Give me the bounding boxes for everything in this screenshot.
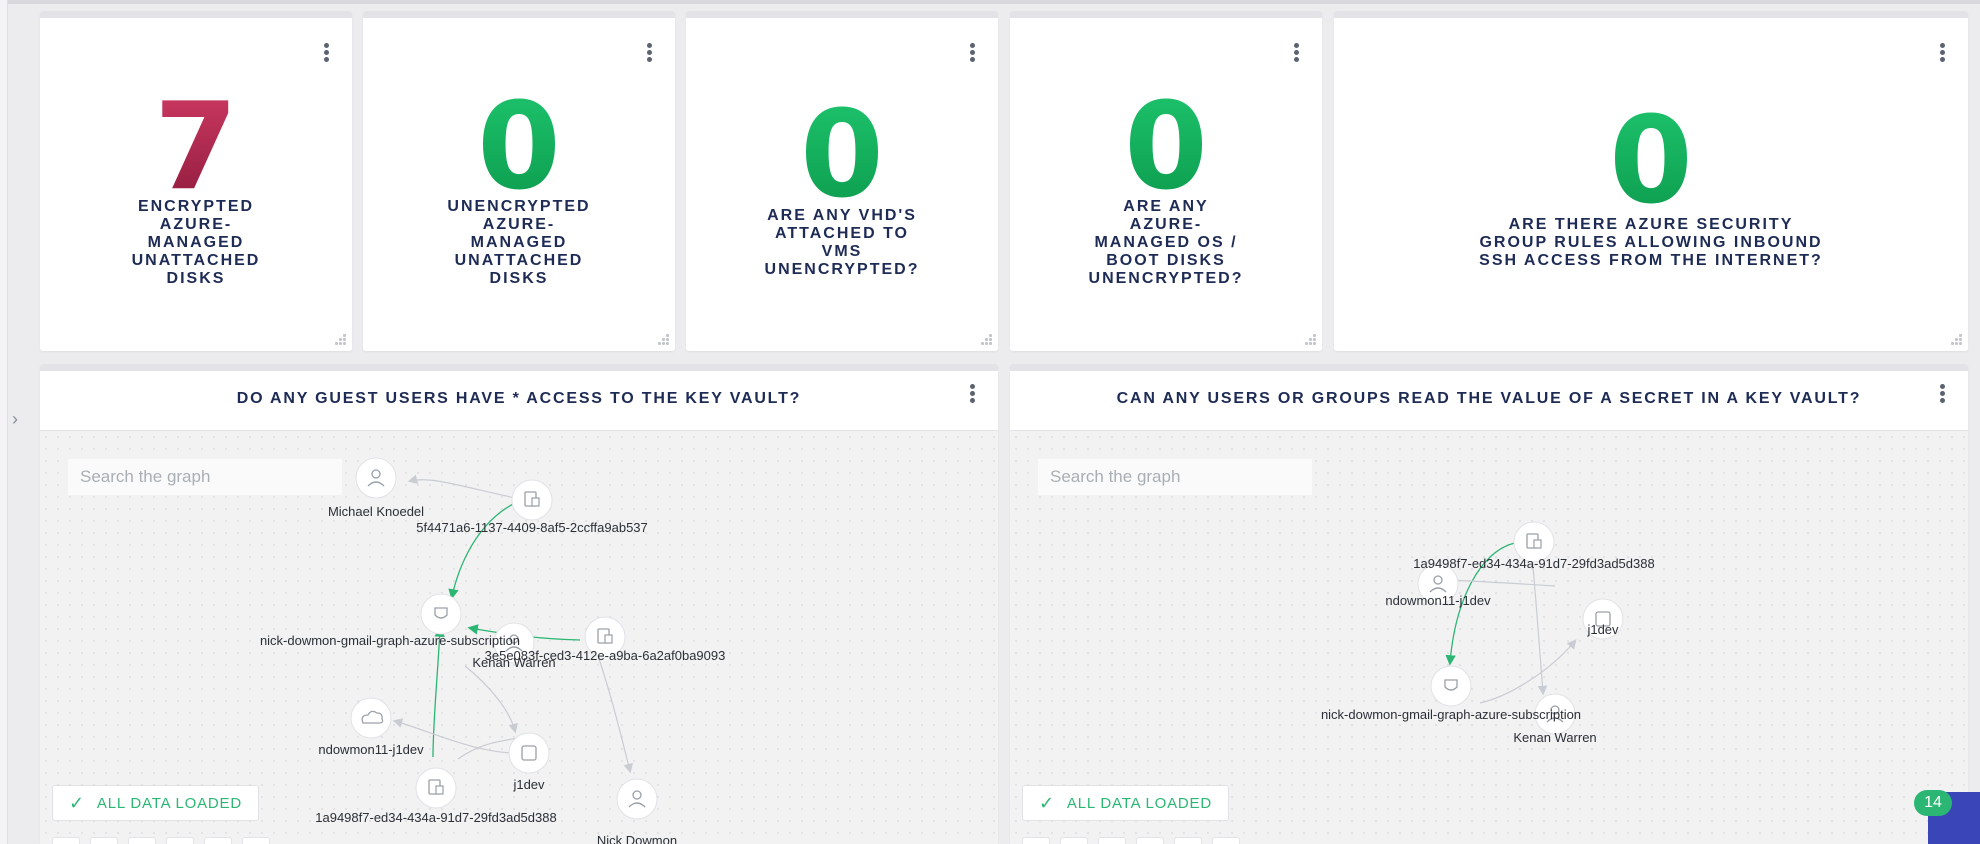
node-label: 1a9498f7-ed34-434a-91d7-29fd3ad5d388 [315,810,556,825]
tile-value: 7 [40,83,352,213]
graph-edge [448,502,516,600]
tile-label: ARE ANY AZURE- MANAGED OS / BOOT DISKS UNENC… [1088,198,1244,287]
subscription-node[interactable] [1430,665,1472,707]
graph-panel-secret-read-access: CAN ANY USERS OR GROUPS READ THE VALUE O… [1010,364,1968,844]
node-label: Michael Knoedel [328,504,424,519]
tile-value: 0 [363,83,675,213]
resize-handle-icon[interactable] [1950,333,1962,345]
tile-unencrypted-unattached-disks: 0 UNENCRYPTED AZURE- MANAGED UNATTACHED DISK… [363,11,675,351]
resize-handle-icon[interactable] [1304,333,1316,345]
graph-toolbar [1022,837,1240,844]
top-bar [0,0,1980,4]
graph-edge [432,626,445,758]
search-icon[interactable] [1060,837,1088,844]
node-label: ndowmon11-j1dev [318,742,424,757]
tile-menu-kebab-icon[interactable] [643,43,655,65]
group-icon[interactable] [1098,837,1126,844]
key-vault-node[interactable] [415,767,457,809]
tile-ssh-inbound-rules: 0 ARE THERE AZURE SECURITY GROUP RULES AL… [1334,11,1968,351]
refresh-icon[interactable] [1022,837,1050,844]
notification-count-badge[interactable]: 14 [1914,790,1952,816]
panel-title: DO ANY GUEST USERS HAVE * ACCESS TO THE … [236,390,802,407]
directory-node[interactable] [508,732,550,774]
camera-icon[interactable] [204,837,232,844]
graph-search-input[interactable] [68,459,342,495]
camera-icon[interactable] [1174,837,1202,844]
node-label: 5f4471a6-1137-4409-8af5-2ccffa9ab537 [416,520,648,535]
node-label: nick-dowmon-gmail-graph-azure-subscripti… [260,633,520,648]
panel-menu-kebab-icon[interactable] [966,384,978,406]
fit-screen-icon[interactable] [166,837,194,844]
expand-sidebar-chevron-icon[interactable]: › [12,408,26,430]
tile-label: ENCRYPTED AZURE- MANAGED UNATTACHED DISKS [131,198,261,287]
checkmark-icon: ✓ [69,792,85,813]
user-node[interactable] [616,778,658,820]
graph-toolbar [52,837,270,844]
graph-canvas[interactable]: Michael Knoedel 5f4471a6-1137-4409-8af5-… [40,430,998,844]
node-label: Nick Dowmon [597,833,677,844]
graph-search-input[interactable] [1038,459,1312,495]
tile-value: 0 [686,91,998,221]
status-label: ALL DATA LOADED [1066,794,1212,812]
tile-menu-kebab-icon[interactable] [1936,43,1948,65]
tile-value: 0 [1010,83,1322,213]
layers-icon[interactable] [1212,837,1240,844]
tile-label: ARE ANY VHD'S ATTACHED TO VMS UNENCRYPTED? [764,207,920,278]
search-icon[interactable] [90,837,118,844]
refresh-icon[interactable] [52,837,80,844]
key-vault-node[interactable] [511,479,553,521]
node-label: j1dev [1586,622,1619,637]
tile-menu-kebab-icon[interactable] [320,43,332,65]
graph-canvas[interactable]: 1a9498f7-ed34-434a-91d7-29fd3ad5d388 ndo… [1010,430,1968,844]
checkmark-icon: ✓ [1039,792,1055,813]
graph-edge [407,474,516,499]
graph-edge [464,665,518,734]
resize-handle-icon[interactable] [657,333,669,345]
tile-menu-kebab-icon[interactable] [966,43,978,65]
graph-edge [597,655,633,774]
all-data-loaded-status[interactable]: ✓ ALL DATA LOADED [1022,785,1229,821]
tile-label: ARE THERE AZURE SECURITY GROUP RULES ALLO… [1479,216,1823,269]
node-label: Kenan Warren [1513,730,1596,745]
tile-os-boot-disks-unencrypted: 0 ARE ANY AZURE- MANAGED OS / BOOT DISKS UNE… [1010,11,1322,351]
subscription-node[interactable] [420,593,462,635]
group-icon[interactable] [128,837,156,844]
resize-handle-icon[interactable] [980,333,992,345]
left-rail [0,0,8,844]
layers-icon[interactable] [242,837,270,844]
panel-title: CAN ANY USERS OR GROUPS READ THE VALUE O… [1116,390,1862,407]
node-label: 3e5e083f-ced3-412e-a9ba-6a2af0ba9093 [485,648,726,663]
status-label: ALL DATA LOADED [96,794,242,812]
cloud-node[interactable] [350,697,392,739]
tile-encrypted-unattached-disks: 7 ENCRYPTED AZURE- MANAGED UNATTACHED DISKS [40,11,352,351]
resize-handle-icon[interactable] [334,333,346,345]
tile-vhd-unencrypted: 0 ARE ANY VHD'S ATTACHED TO VMS UNENCRYPTED… [686,11,998,351]
node-label: j1dev [512,777,545,792]
panel-menu-kebab-icon[interactable] [1936,384,1948,406]
node-label: nick-dowmon-gmail-graph-azure-subscripti… [1321,707,1581,722]
tile-label: UNENCRYPTED AZURE- MANAGED UNATTACHED DISKS [447,198,591,287]
graph-panel-guest-users-key-vault: DO ANY GUEST USERS HAVE * ACCESS TO THE … [40,364,998,844]
tile-value: 0 [1334,97,1968,227]
fit-screen-icon[interactable] [1136,837,1164,844]
tile-menu-kebab-icon[interactable] [1290,43,1302,65]
graph-edge [1479,639,1577,704]
node-label: ndowmon11-j1dev [1385,593,1491,608]
all-data-loaded-status[interactable]: ✓ ALL DATA LOADED [52,785,259,821]
node-label: 1a9498f7-ed34-434a-91d7-29fd3ad5d388 [1413,556,1654,571]
user-node[interactable] [355,457,397,499]
